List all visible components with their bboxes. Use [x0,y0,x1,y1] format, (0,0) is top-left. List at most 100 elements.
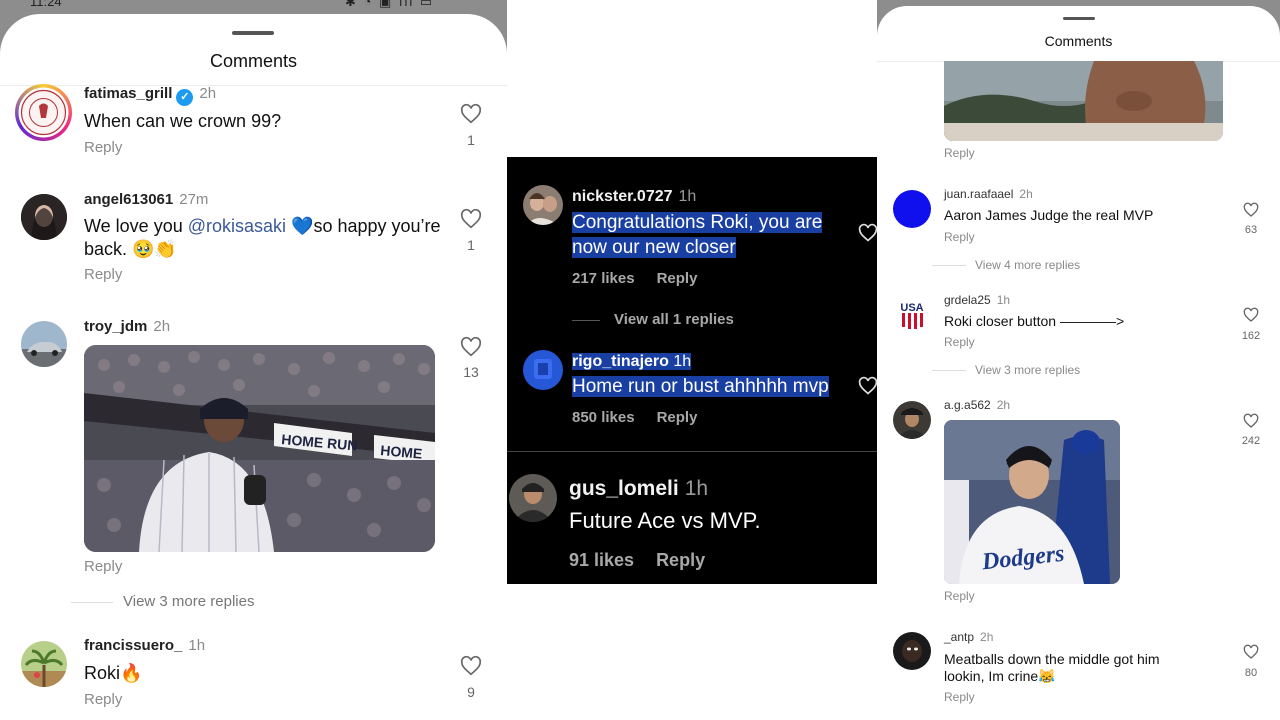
avatar[interactable] [893,401,931,439]
username-text[interactable]: rigo_tinajero [572,353,669,370]
view-more-label[interactable]: View 3 more replies [123,593,254,610]
view-more-label[interactable]: View 3 more replies [975,363,1080,377]
heart-icon[interactable] [858,223,877,243]
likes-count[interactable]: 217 likes [572,270,635,287]
username-text[interactable]: _antp [944,630,974,644]
username-text[interactable]: francissuero_ [84,637,182,654]
status-icons: ✱ ◔ ▣ ıll ▭ [345,0,435,9]
heart-icon[interactable] [460,208,482,230]
comment-text: Meatballs down the middle got him lookin… [944,651,1160,685]
like-count: 80 [1244,667,1258,679]
comment-text: Aaron James Judge the real MVP [944,207,1154,223]
replies-line [932,370,966,372]
view-all-label[interactable]: View all 1 replies [614,311,734,328]
comment-username[interactable]: troy_jdm 2h [84,318,170,335]
highlighted-text: Congratulations Roki, you are [572,212,823,233]
person-avatar-photo [893,401,931,439]
baseball-crowd-image: HOME RUN HOME [84,345,435,552]
usa-logo-text: USA [900,302,923,314]
comment-text: We love you @rokisasaki 💙so happy you’re… [84,215,444,261]
reply-button[interactable]: Reply [944,146,975,160]
shirtless-man-image [944,61,1223,141]
avatar[interactable] [523,185,563,225]
comment-time: 1h [684,477,709,500]
heart-icon[interactable] [460,336,482,358]
heart-icon[interactable] [460,655,482,677]
avatar[interactable] [509,474,557,522]
comment-text-line: lookin, Im crine😹 [944,668,1056,684]
username-text[interactable]: grdela25 [944,293,991,307]
heart-icon[interactable] [1243,202,1259,218]
comment-time: 27m [179,191,209,208]
heart-icon[interactable] [1243,307,1259,323]
comment-username[interactable]: juan.raafaael 2h [944,187,1033,201]
avatar[interactable] [21,321,67,367]
avatar[interactable] [21,194,67,240]
username-text[interactable]: angel613061 [84,191,173,208]
username-text[interactable]: fatimas_grill [84,85,172,102]
comment-username[interactable]: angel613061 27m [84,191,208,208]
blue-avatar [523,350,563,390]
reply-button[interactable]: Reply [84,139,122,156]
reply-button[interactable]: Reply [657,409,698,426]
heart-icon[interactable] [1243,644,1259,660]
comment-text: Congratulations Roki, you are now our ne… [572,210,823,260]
avatar[interactable] [893,190,931,228]
username-text[interactable]: nickster.0727 [572,188,673,205]
username-text[interactable]: a.g.a562 [944,398,991,412]
comment-time: 2h [980,630,994,644]
reply-button[interactable]: Reply [84,266,122,283]
reply-button[interactable]: Reply [944,230,975,244]
comment-gif-image[interactable] [944,61,1223,141]
comment-username[interactable]: francissuero_ 1h [84,637,205,654]
comment-username[interactable]: a.g.a562 2h [944,398,1010,412]
comment-time: 2h [1019,187,1033,201]
username-highlight[interactable]: rigo_tinajero 1h [572,353,692,370]
avatar[interactable]: USA [893,295,931,333]
username-text[interactable]: troy_jdm [84,318,147,335]
status-time: 11:24 [30,0,62,9]
avatar[interactable] [893,632,931,670]
comment-username[interactable]: fatimas_grill ✓ 2h [84,85,216,106]
drag-handle[interactable] [1063,17,1095,20]
reply-button[interactable]: Reply [657,270,698,287]
drag-handle[interactable] [232,31,274,35]
reply-button[interactable]: Reply [84,558,122,575]
reply-button[interactable]: Reply [944,335,975,349]
comment-username[interactable]: _antp 2h [944,630,993,644]
car-avatar-photo [21,321,67,367]
replies-line [932,265,966,267]
mention-link[interactable]: @rokisasaki [188,216,286,236]
view-more-replies[interactable]: View 4 more replies [932,258,1080,272]
view-more-replies[interactable]: View 3 more replies [71,593,254,610]
comment-gif-image[interactable]: HOME RUN HOME [84,345,435,552]
comment-username[interactable]: grdela25 1h [944,293,1010,307]
likes-count[interactable]: 91 likes [569,550,634,570]
comment-username[interactable]: rigo_tinajero 1h [572,353,692,371]
avatar[interactable] [15,84,72,141]
comment-time: 2h [199,85,217,102]
reply-button[interactable]: Reply [944,589,975,603]
avatar-photo [21,194,67,240]
username-text[interactable]: juan.raafaael [944,187,1013,201]
avatar[interactable] [523,350,563,390]
heart-icon[interactable] [858,376,877,396]
view-all-replies[interactable]: View all 1 replies [572,311,734,328]
person-avatar-photo [893,632,931,670]
reply-button[interactable]: Reply [84,691,122,708]
likes-count[interactable]: 850 likes [572,409,635,426]
heart-icon[interactable] [1243,413,1259,429]
like-count: 1 [467,132,475,148]
comment-username[interactable]: nickster.0727 1h [572,188,696,206]
comment-gif-image[interactable]: Dodgers [944,420,1120,584]
avatar[interactable] [21,641,67,687]
view-more-replies[interactable]: View 3 more replies [932,363,1080,377]
reply-button[interactable]: Reply [656,550,705,570]
username-text[interactable]: gus_lomeli [569,477,679,500]
view-more-label[interactable]: View 4 more replies [975,258,1080,272]
couple-avatar-photo [523,185,563,225]
comment-text: Home run or bust ahhhhh mvp [572,374,829,399]
reply-button[interactable]: Reply [944,690,975,704]
comment-username[interactable]: gus_lomeli 1h [569,477,708,501]
heart-icon[interactable] [460,103,482,125]
